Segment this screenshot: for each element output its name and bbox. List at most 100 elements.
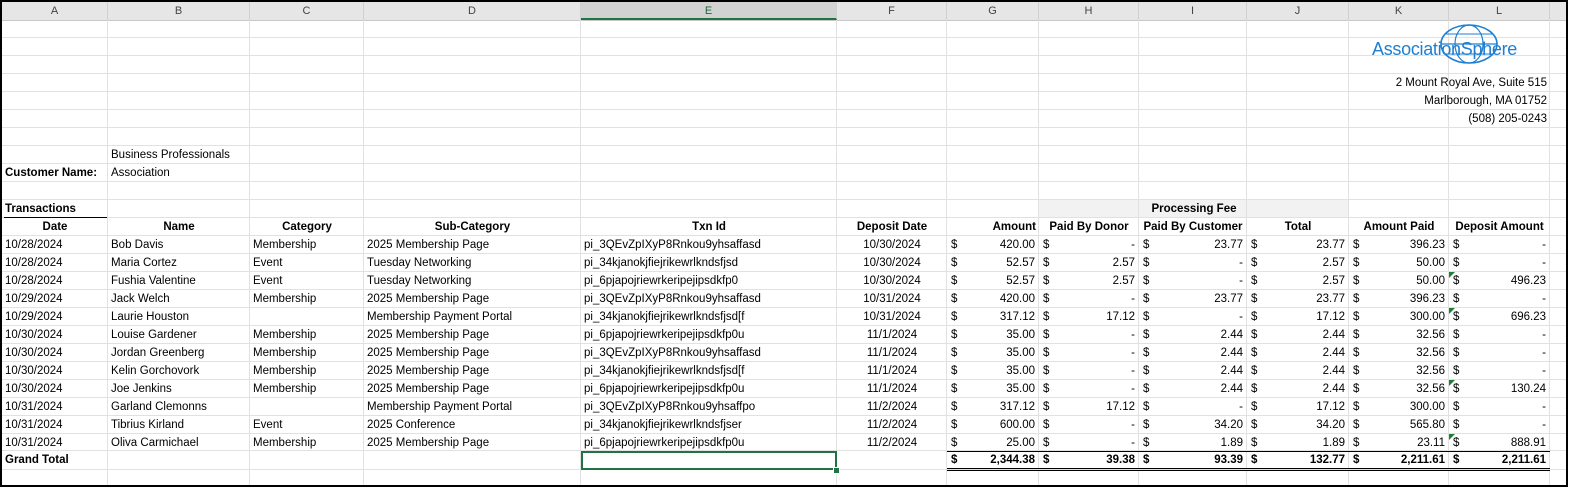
currency-symbol: $ [1143, 347, 1150, 359]
column-header-b[interactable]: B [108, 2, 250, 20]
cell-category: Membership [253, 383, 317, 395]
amount-value: 32.56 [1416, 347, 1445, 359]
amount-value: 23.77 [1214, 293, 1243, 305]
cell-amount-paid: $300.00 [1349, 308, 1449, 326]
amount-value: - [1239, 257, 1243, 269]
cell-paid-by-customer: $2.44 [1139, 362, 1247, 380]
amount-value: 300.00 [1409, 311, 1445, 323]
cell-total: $2.57 [1247, 272, 1349, 290]
cell-txn-id: pi_34kjanokjfiejrikewrlkndsfjsd [584, 257, 739, 269]
currency-symbol: $ [951, 365, 958, 377]
gridline-horizontal [2, 37, 1566, 38]
amount-value: 35.00 [1006, 329, 1035, 341]
cell-total: $17.12 [1247, 398, 1349, 416]
cell-category: Membership [253, 347, 317, 359]
currency-symbol: $ [1043, 419, 1050, 431]
cell-deposit-amount: $ - [1449, 290, 1550, 308]
currency-symbol: $ [1251, 329, 1258, 341]
cell-amount: $317.12 [947, 398, 1039, 416]
amount-value: 23.77 [1214, 239, 1243, 251]
table-header-category: Category [282, 221, 332, 233]
company-address-line1: 2 Mount Royal Ave, Suite 515 [1395, 77, 1547, 89]
column-header-g[interactable]: G [947, 2, 1039, 20]
cell-name: Joe Jenkins [111, 383, 172, 395]
table-header-subcategory: Sub-Category [434, 221, 511, 233]
cell-subcategory: 2025 Membership Page [367, 239, 490, 251]
column-header-j[interactable]: J [1247, 2, 1349, 20]
cell-amount-paid: $32.56 [1349, 380, 1449, 398]
cell-date: 10/28/2024 [5, 275, 63, 287]
table-header-txn: Txn Id [692, 221, 726, 233]
cell-date: 10/28/2024 [5, 257, 63, 269]
cell-deposit-amount: $888.91 [1449, 434, 1550, 452]
cell-subcategory: Tuesday Networking [367, 257, 472, 269]
column-header-e[interactable]: E [581, 2, 837, 20]
column-header-i[interactable]: I [1139, 2, 1247, 20]
cell-deposit-date: 11/1/2024 [866, 365, 918, 377]
grand-total-total: $132.77 [1247, 451, 1349, 469]
amount-value: - [1542, 347, 1546, 359]
amount-value: - [1131, 365, 1135, 377]
cell-category: Event [253, 275, 283, 287]
currency-symbol: $ [1353, 257, 1360, 269]
amount-value: 17.12 [1106, 311, 1135, 323]
cell-date: 10/29/2024 [5, 293, 63, 305]
fill-handle[interactable] [833, 467, 840, 474]
column-header-f[interactable]: F [837, 2, 947, 20]
cell-deposit-date: 11/1/2024 [866, 347, 918, 359]
cell-paid-by-donor: $ - [1039, 416, 1139, 434]
currency-symbol: $ [1251, 365, 1258, 377]
cell-deposit-date: 10/31/2024 [863, 293, 921, 305]
currency-symbol: $ [1143, 401, 1150, 413]
currency-symbol: $ [1043, 437, 1050, 449]
cell-paid-by-customer: $23.77 [1139, 236, 1247, 254]
column-header-l[interactable]: L [1449, 2, 1550, 20]
cell-txn-id: pi_6pjapojriewrkeripejipsdkfp0 [584, 275, 739, 287]
amount-value: 52.57 [1006, 275, 1035, 287]
cell-date: 10/29/2024 [5, 311, 63, 323]
currency-symbol: $ [1251, 293, 1258, 305]
amount-value: 1.89 [1220, 437, 1243, 449]
column-header-h[interactable]: H [1039, 2, 1139, 20]
active-cell-selection[interactable] [581, 451, 837, 470]
amount-value: 93.39 [1214, 454, 1243, 466]
currency-symbol: $ [1251, 311, 1258, 323]
cell-total: $23.77 [1247, 236, 1349, 254]
grand-total-donor: $39.38 [1039, 451, 1139, 469]
currency-symbol: $ [1143, 365, 1150, 377]
table-header-amount-paid: Amount Paid [1363, 221, 1435, 233]
table-header-date: Date [42, 221, 68, 233]
cell-amount: $420.00 [947, 290, 1039, 308]
column-header-d[interactable]: D [364, 2, 581, 20]
cell-name: Jordan Greenberg [111, 347, 205, 359]
currency-symbol: $ [1353, 383, 1360, 395]
cell-amount: $35.00 [947, 326, 1039, 344]
cell-paid-by-customer: $ - [1139, 308, 1247, 326]
cell-name: Oliva Carmichael [111, 437, 199, 449]
cell-deposit-date: 11/1/2024 [866, 383, 918, 395]
column-header-c[interactable]: C [250, 2, 364, 20]
amount-value: - [1131, 437, 1135, 449]
cell-amount: $52.57 [947, 272, 1039, 290]
amount-value: 2.44 [1322, 365, 1345, 377]
currency-symbol: $ [1043, 329, 1050, 341]
amount-value: 32.56 [1416, 329, 1445, 341]
total-top-border [947, 451, 1550, 452]
cell-amount: $317.12 [947, 308, 1039, 326]
section-title-transactions: Transactions [5, 203, 76, 215]
cell-total: $2.57 [1247, 254, 1349, 272]
column-header-k[interactable]: K [1349, 2, 1449, 20]
cell-amount-paid: $300.00 [1349, 398, 1449, 416]
column-header-a[interactable]: A [2, 2, 108, 20]
grand-total-amount: $2,344.38 [947, 451, 1039, 469]
currency-symbol: $ [1353, 454, 1360, 466]
cell-name: Jack Welch [111, 293, 170, 305]
cell-paid-by-customer: $23.77 [1139, 290, 1247, 308]
amount-value: 34.20 [1214, 419, 1243, 431]
cell-txn-id: pi_3QEvZpIXyP8Rnkou9yhsaffasd [584, 347, 761, 359]
cell-subcategory: 2025 Conference [367, 419, 456, 431]
amount-value: - [1131, 419, 1135, 431]
cell-paid-by-donor: $2.57 [1039, 272, 1139, 290]
cell-category: Membership [253, 437, 317, 449]
currency-symbol: $ [1453, 257, 1460, 269]
